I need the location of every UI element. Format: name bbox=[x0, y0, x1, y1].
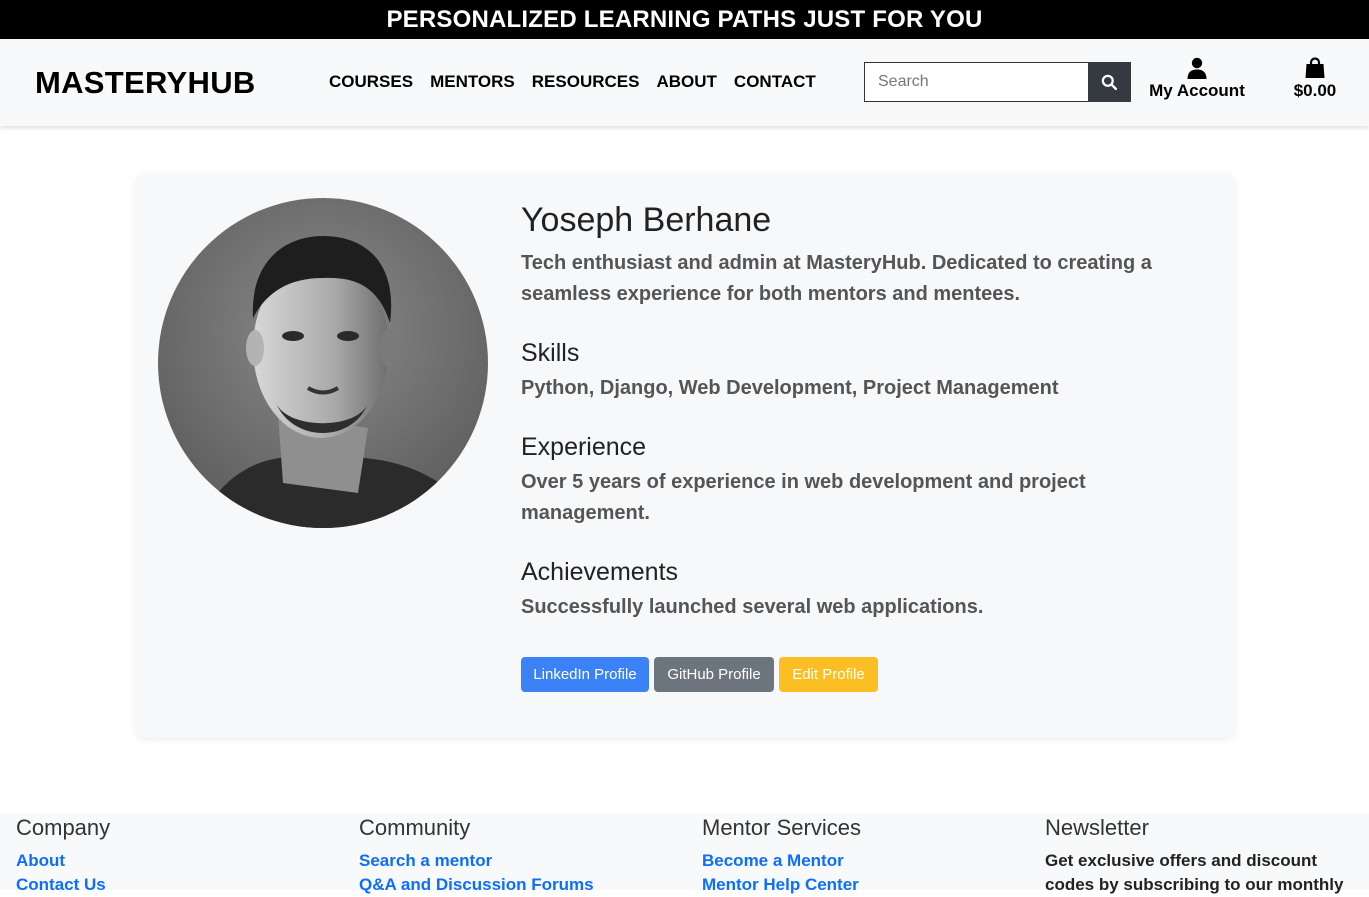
profile-portrait bbox=[158, 198, 488, 528]
footer-community: Community Search a mentor Q&A and Discus… bbox=[359, 815, 689, 897]
achievements-text: Successfully launched several web applic… bbox=[521, 596, 984, 618]
profile-bio: Tech enthusiast and admin at MasteryHub.… bbox=[521, 252, 1152, 305]
main-nav: COURSES MENTORS RESOURCES ABOUT CONTACT bbox=[329, 72, 816, 92]
search-button[interactable] bbox=[1088, 62, 1131, 102]
footer-link-search-mentor[interactable]: Search a mentor bbox=[359, 849, 689, 873]
footer-link-become-mentor[interactable]: Become a Mentor bbox=[702, 849, 1032, 873]
achievements-heading: Achievements bbox=[521, 558, 679, 586]
search-form bbox=[864, 62, 1131, 102]
profile-avatar bbox=[158, 198, 488, 528]
footer-mentor-services: Mentor Services Become a Mentor Mentor H… bbox=[702, 815, 1032, 897]
user-icon bbox=[1187, 57, 1207, 79]
my-account-label: My Account bbox=[1149, 81, 1245, 100]
nav-about[interactable]: ABOUT bbox=[656, 72, 716, 92]
footer-link-contact-us[interactable]: Contact Us bbox=[16, 873, 346, 897]
search-icon bbox=[1101, 74, 1118, 90]
brand-logo[interactable]: MASTERYHUB bbox=[35, 65, 256, 101]
nav-mentors[interactable]: MENTORS bbox=[430, 72, 515, 92]
cart-link[interactable]: $0.00 bbox=[1290, 57, 1340, 101]
footer-link-about[interactable]: About bbox=[16, 849, 346, 873]
skills-heading: Skills bbox=[521, 339, 580, 367]
skills-text: Python, Django, Web Development, Project… bbox=[521, 377, 1059, 399]
footer-company-title: Company bbox=[16, 815, 111, 840]
nav-contact[interactable]: CONTACT bbox=[734, 72, 816, 92]
profile-card: Yoseph Berhane Tech enthusiast and admin… bbox=[137, 174, 1234, 737]
promo-banner: PERSONALIZED LEARNING PATHS JUST FOR YOU bbox=[0, 0, 1369, 39]
footer-company: Company About Contact Us bbox=[16, 815, 346, 897]
footer-link-mentor-help[interactable]: Mentor Help Center bbox=[702, 873, 1032, 897]
experience-heading: Experience bbox=[521, 433, 647, 461]
linkedin-profile-button[interactable]: LinkedIn Profile bbox=[521, 657, 649, 692]
nav-courses[interactable]: COURSES bbox=[329, 72, 413, 92]
footer-newsletter: Newsletter Get exclusive offers and disc… bbox=[1045, 815, 1355, 897]
footer-community-title: Community bbox=[359, 815, 471, 840]
github-profile-button[interactable]: GitHub Profile bbox=[654, 657, 774, 692]
edit-profile-button[interactable]: Edit Profile bbox=[779, 657, 878, 692]
site-footer: Company About Contact Us Community Searc… bbox=[0, 813, 1369, 894]
profile-actions: LinkedIn Profile GitHub Profile Edit Pro… bbox=[521, 657, 1201, 692]
my-account-link[interactable]: My Account bbox=[1149, 57, 1245, 101]
nav-resources[interactable]: RESOURCES bbox=[532, 72, 640, 92]
footer-link-forums[interactable]: Q&A and Discussion Forums bbox=[359, 873, 689, 897]
shopping-bag-icon bbox=[1305, 57, 1325, 78]
profile-name: Yoseph Berhane bbox=[521, 201, 772, 239]
top-navbar: MASTERYHUB COURSES MENTORS RESOURCES ABO… bbox=[0, 39, 1369, 126]
profile-info: Yoseph Berhane Tech enthusiast and admin… bbox=[521, 198, 1201, 692]
experience-text: Over 5 years of experience in web develo… bbox=[521, 471, 1086, 524]
footer-newsletter-title: Newsletter bbox=[1045, 815, 1149, 840]
cart-total: $0.00 bbox=[1293, 81, 1337, 100]
footer-mentor-services-title: Mentor Services bbox=[702, 815, 861, 840]
search-input[interactable] bbox=[864, 62, 1088, 102]
